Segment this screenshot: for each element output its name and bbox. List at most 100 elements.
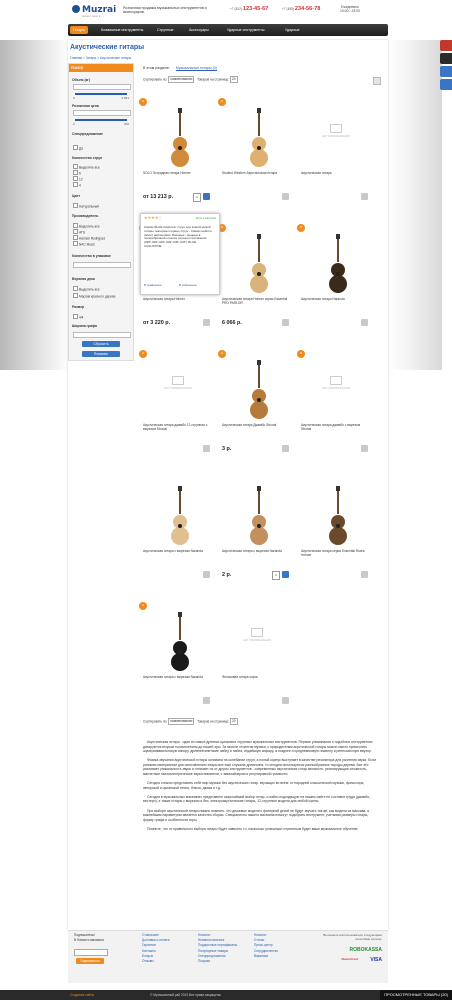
favorites-icon[interactable] [440,66,452,77]
add-to-cart-icon[interactable] [361,445,368,452]
list-view-icon[interactable] [373,77,381,85]
product-card[interactable]: % Акустическая гитара Naranda [297,224,373,346]
filter-option[interactable]: Да [73,145,83,151]
filter-group-special[interactable]: Спецпредложение [72,132,103,136]
footer-link[interactable]: Вакансии [254,954,278,959]
add-to-cart-icon[interactable] [282,193,289,200]
section-link[interactable]: Музыкальные гитары (3) [176,66,217,70]
product-name[interactable]: Акустическая гитара джамбо с вырезом Str… [301,423,371,432]
product-card[interactable]: НЕТ ИЗОБРАЖЕНИЯ% Акустическая гитара джам… [139,350,215,472]
product-image[interactable] [222,228,292,296]
volume-slider[interactable] [75,93,127,95]
sort-select[interactable]: наименованию [168,718,195,725]
viewed-products-button[interactable]: ПРОСМОТРЕННЫЕ ТОВАРЫ (20) [380,990,452,1000]
product-image[interactable] [143,102,213,170]
product-image[interactable] [222,354,292,422]
product-image[interactable]: НЕТ ИЗОБРАЖЕНИЯ [301,102,371,170]
product-image[interactable] [143,480,213,548]
nav-item-keyboards[interactable]: Клавишные инструменты [98,26,146,34]
price-slider[interactable] [75,119,127,121]
product-card[interactable]: % Student Western Акустическая гитара [218,98,294,220]
add-to-cart-icon[interactable] [203,193,210,200]
pack-input[interactable] [73,262,131,268]
reset-button[interactable]: Сбросить [82,341,120,347]
product-image[interactable] [301,480,371,548]
product-card[interactable]: % Акустическая гитара с вырезом Naranda [139,602,215,724]
product-image[interactable] [301,228,371,296]
footer-link[interactable]: Покупки [198,959,237,964]
product-name[interactable]: Акустическая гитара Naranda [301,297,371,302]
per-page-select[interactable]: 20 [230,76,238,83]
filter-option[interactable]: 4/4 [73,314,83,320]
filter-group-price[interactable]: Розничная цена [72,104,99,108]
add-to-cart-icon[interactable] [361,319,368,326]
lock-icon[interactable] [440,40,452,51]
cart-icon[interactable] [440,79,452,90]
neck-input[interactable] [73,332,131,338]
filter-group-strings[interactable]: Количество струн [72,156,102,160]
filter-option[interactable]: 6 [73,170,81,176]
product-name[interactable]: Акустическая гитара джамбо 12-струнная с… [143,423,213,432]
filter-group-size[interactable]: Размер [72,305,84,309]
nav-item-strings[interactable]: Струнные [154,26,177,34]
filter-option[interactable]: 12 [73,176,83,182]
product-card[interactable]: % Акустическая гитара Hohner серии Essent… [218,224,294,346]
product-image[interactable]: НЕТ ИЗОБРАЖЕНИЯ [143,354,213,422]
product-image[interactable] [222,102,292,170]
product-name[interactable]: Фольковая гитара чирок [222,675,292,680]
filter-group-neck[interactable]: Ширина грифа [72,324,97,328]
add-to-cart-icon[interactable] [282,319,289,326]
filter-group-brand[interactable]: Производитель [72,214,98,218]
filter-option[interactable]: 4 [73,182,81,188]
filter-option[interactable]: Hamsel Rodriguez [73,235,105,241]
filter-option[interactable]: ATS [73,229,85,235]
product-name[interactable]: Акустическая гитара Джамбо Strunal [222,423,292,428]
nav-item-guitars[interactable]: Гитары [70,26,88,34]
sort-select[interactable]: наименованию [168,76,195,83]
product-name[interactable]: SOLO Эстрадная гитара Hohner [143,171,213,176]
product-image[interactable]: НЕТ ИЗОБРАЖЕНИЯ [222,606,292,674]
subscribe-input[interactable] [74,949,108,956]
product-card[interactable]: Акустическая гитара серии Essential Rudr… [299,478,373,598]
product-name[interactable]: Акустическая гитара серии Essential Rudr… [301,549,371,558]
product-name[interactable]: Акустическая гитара с вырезом Naranda [143,549,213,554]
product-card[interactable]: % SOLO Эстрадная гитара Hohner от 13 213 р… [139,98,215,220]
add-to-cart-icon[interactable] [203,319,210,326]
add-to-cart-icon[interactable] [282,445,289,452]
product-name[interactable]: Акустическая гитара с вырезом Naranda [222,549,292,554]
product-image[interactable] [222,480,292,548]
product-card[interactable]: % Акустическая гитара Джамбо Strunal 3 р. [218,350,294,472]
product-card[interactable]: Акустическая гитара с вырезом Naranda [141,478,215,598]
filter-group-top[interactable]: Верхняя дека [72,277,95,281]
product-name[interactable]: Student Western Акустическая гитара [222,171,292,176]
subscribe-button[interactable]: Подписаться [76,958,104,964]
filter-group-pack[interactable]: Количество в упаковке [72,254,111,258]
breadcrumb[interactable]: Главная > Гитары > Акустические гитары [70,56,131,60]
price-input[interactable] [73,110,131,116]
product-card[interactable]: НЕТ ИЗОБРАЖЕНИЯ Фольковая гитара чирок [220,604,294,724]
nav-item-drums[interactable]: Ударные [282,26,303,34]
add-to-cart-icon[interactable] [203,571,210,578]
filter-group-color[interactable]: Цвет [72,194,80,198]
nav-item-percussion[interactable]: Ударные инструменты [224,26,268,34]
filter-group-volume[interactable]: Объем (кг) [72,78,90,82]
filter-option[interactable]: Массив красного дерева [73,293,115,299]
product-name[interactable]: Акустическая гитара с вырезом Naranda [143,675,213,680]
add-to-cart-icon[interactable] [361,193,368,200]
quantity-field[interactable]: 1 [272,571,280,580]
favorite-link[interactable]: В избранное [179,283,197,288]
add-to-cart-icon[interactable] [203,697,210,704]
footer-link[interactable]: Подарочные сертификаты [198,943,237,948]
nav-item-accessories[interactable]: Аксессуары [186,26,212,34]
compare-icon[interactable] [440,53,452,64]
compare-link[interactable]: В сравнение [144,283,162,288]
product-card[interactable]: НЕТ ИЗОБРАЖЕНИЯ Акустическая гитара [299,100,373,220]
filter-option[interactable]: NAC Music [73,241,95,247]
filter-option[interactable]: Выделить все [73,286,100,292]
product-image[interactable] [143,606,213,674]
product-card[interactable]: НЕТ ИЗОБРАЖЕНИЯ% Акустическая гитара джам… [297,350,373,472]
volume-input[interactable] [73,84,131,90]
show-button[interactable]: Показать [82,351,120,357]
product-image[interactable]: НЕТ ИЗОБРАЖЕНИЯ [301,354,371,422]
made-by-link[interactable]: Создание сайта [70,993,94,997]
